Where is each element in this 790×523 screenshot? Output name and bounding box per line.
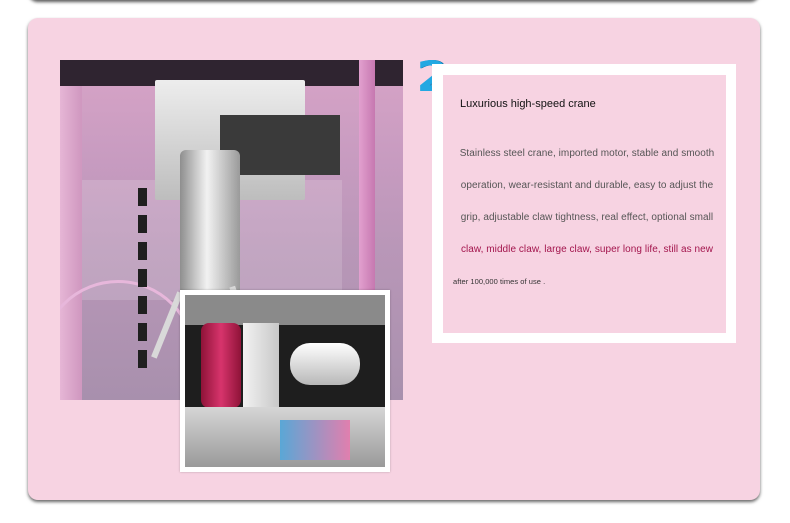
description-line: grip, adjustable claw tightness, real ef… [460, 212, 714, 223]
description-panel [443, 75, 726, 333]
description-line-small: after 100,000 times of use . [453, 277, 546, 286]
description-line: Stainless steel crane, imported motor, s… [459, 148, 715, 159]
description-line-highlight: claw, middle claw, large claw, super lon… [460, 244, 713, 255]
panel-title: Luxurious high-speed crane [460, 98, 596, 110]
description-line: operation, wear-resistant and durable, e… [460, 180, 714, 191]
motor-detail-photo [180, 290, 390, 472]
